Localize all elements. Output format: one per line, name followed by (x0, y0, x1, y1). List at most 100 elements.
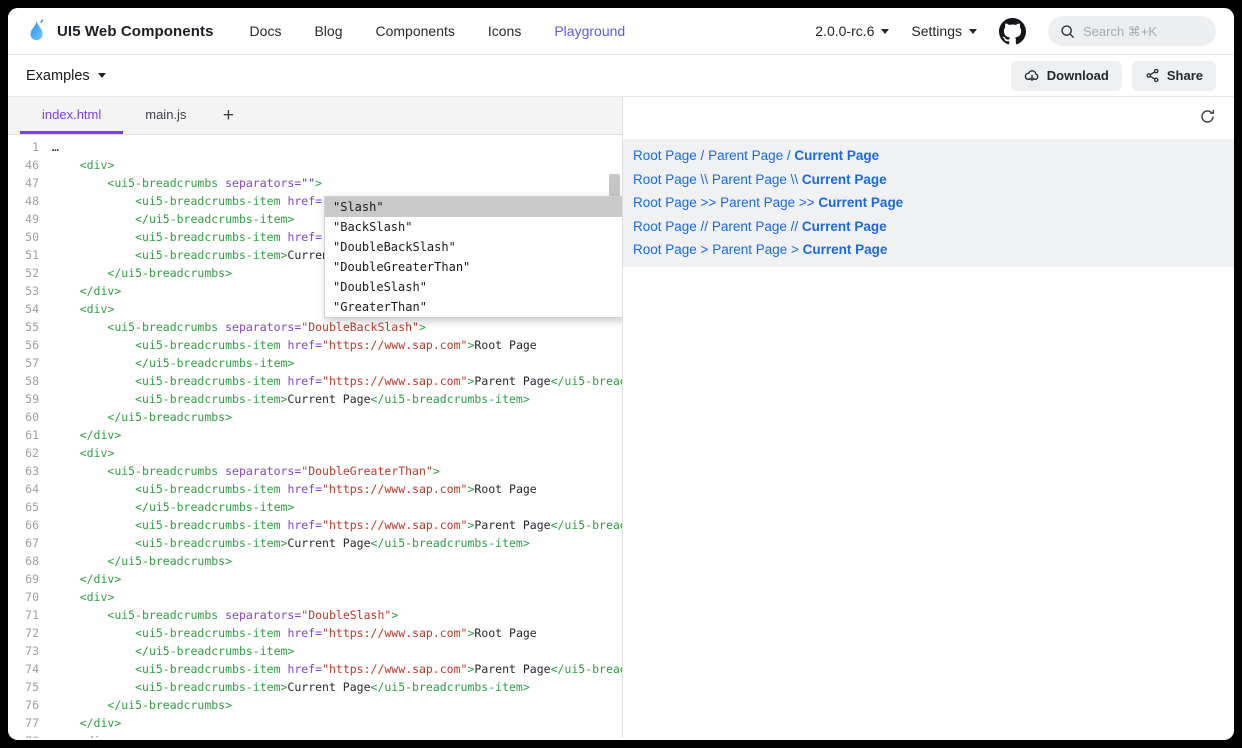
nav-link-components[interactable]: Components (375, 23, 454, 39)
line-content: <ui5-breadcrumbs separators="DoubleBackS… (52, 318, 426, 336)
breadcrumb-link[interactable]: Parent Page (712, 242, 787, 257)
line-number: 62 (8, 444, 52, 462)
breadcrumb-current: Current Page (802, 219, 887, 234)
line-content: <ui5-breadcrumbs separators=""> (52, 174, 322, 192)
share-button[interactable]: Share (1132, 61, 1216, 91)
breadcrumb-separator: >> (697, 195, 720, 210)
breadcrumb-separator: // (787, 219, 802, 234)
settings-dropdown[interactable]: Settings (911, 23, 977, 39)
line-content: <ui5-breadcrumbs separators="DoubleGreat… (52, 462, 440, 480)
line-number: 48 (8, 192, 52, 210)
line-number: 46 (8, 156, 52, 174)
breadcrumb-link[interactable]: Parent Page (712, 219, 787, 234)
search-input[interactable] (1083, 24, 1193, 39)
breadcrumb-separator: \\ (787, 172, 802, 187)
brand[interactable]: UI5 Web Components (26, 18, 214, 44)
search-box[interactable] (1048, 16, 1216, 46)
download-label: Download (1047, 68, 1109, 83)
chevron-down-icon (881, 29, 889, 34)
tab-main.js[interactable]: main.js (123, 97, 208, 134)
code-line: 56 <ui5-breadcrumbs-item href="https://w… (8, 336, 622, 354)
autocomplete-option[interactable]: "GreaterThan" (325, 297, 622, 317)
add-tab-button[interactable]: + (208, 97, 248, 134)
breadcrumb: Root Page // Parent Page // Current Page (623, 215, 1234, 239)
breadcrumb: Root Page > Parent Page > Current Page (623, 238, 1234, 262)
breadcrumb-link[interactable]: Root Page (633, 219, 697, 234)
line-content: … (52, 138, 59, 156)
nav-link-blog[interactable]: Blog (314, 23, 342, 39)
breadcrumb-link[interactable]: Root Page (633, 195, 697, 210)
breadcrumb-link[interactable]: Parent Page (708, 148, 783, 163)
refresh-icon (1199, 108, 1216, 125)
line-content: <div> (52, 444, 114, 462)
line-content: <ui5-breadcrumbs separators="DoubleSlash… (52, 606, 398, 624)
autocomplete-option[interactable]: "DoubleGreaterThan" (325, 257, 622, 277)
search-icon (1060, 24, 1075, 39)
line-number: 64 (8, 480, 52, 498)
line-number: 76 (8, 696, 52, 714)
preview-topbar (623, 97, 1234, 139)
chevron-down-icon (969, 29, 977, 34)
line-number: 58 (8, 372, 52, 390)
line-content: </div> (52, 714, 121, 732)
line-number: 71 (8, 606, 52, 624)
autocomplete-option[interactable]: "DoubleBackSlash" (325, 237, 622, 257)
version-dropdown[interactable]: 2.0.0-rc.6 (815, 23, 889, 39)
line-number: 72 (8, 624, 52, 642)
editor-tabbar: + index.htmlmain.js (8, 97, 622, 135)
breadcrumb: Root Page / Parent Page / Current Page (623, 144, 1234, 168)
line-content: </ui5-breadcrumbs> (52, 408, 232, 426)
code-line: 55 <ui5-breadcrumbs separators="DoubleBa… (8, 318, 622, 336)
line-number: 61 (8, 426, 52, 444)
breadcrumb-link[interactable]: Root Page (633, 242, 697, 257)
breadcrumbs-preview: Root Page / Parent Page / Current PageRo… (623, 139, 1234, 267)
line-number: 55 (8, 318, 52, 336)
code-editor-pane: + index.htmlmain.js 1…46 <div>47 <ui5-br… (8, 97, 623, 738)
code-line: 77 </div> (8, 714, 622, 732)
code-line: 69 </div> (8, 570, 622, 588)
breadcrumb-current: Current Page (803, 242, 888, 257)
preview-pane: Root Page / Parent Page / Current PageRo… (623, 97, 1234, 738)
download-icon (1024, 68, 1040, 84)
nav-link-docs[interactable]: Docs (250, 23, 282, 39)
line-number: 57 (8, 354, 52, 372)
breadcrumb-separator: / (783, 148, 794, 163)
refresh-button[interactable] (1197, 106, 1218, 130)
autocomplete-option[interactable]: "Slash" (325, 197, 622, 217)
autocomplete-option[interactable]: "DoubleSlash" (325, 277, 622, 297)
code-line: 68 </ui5-breadcrumbs> (8, 552, 622, 570)
breadcrumb-link[interactable]: Parent Page (720, 195, 795, 210)
line-number: 53 (8, 282, 52, 300)
nav-link-playground[interactable]: Playground (554, 23, 625, 39)
github-icon[interactable] (999, 18, 1026, 45)
nav-link-icons[interactable]: Icons (488, 23, 521, 39)
breadcrumb-separator: \\ (697, 172, 712, 187)
examples-dropdown[interactable]: Examples (26, 68, 106, 84)
line-number: 50 (8, 228, 52, 246)
code-line: 65 </ui5-breadcrumbs-item> (8, 498, 622, 516)
breadcrumb: Root Page \\ Parent Page \\ Current Page (623, 168, 1234, 192)
tab-index.html[interactable]: index.html (20, 97, 123, 134)
breadcrumb-link[interactable]: Parent Page (712, 172, 787, 187)
line-number: 1 (8, 138, 52, 156)
line-content: </ui5-breadcrumbs-item> (52, 210, 294, 228)
breadcrumb-separator: >> (795, 195, 818, 210)
autocomplete-option[interactable]: "BackSlash" (325, 217, 622, 237)
breadcrumb-link[interactable]: Root Page (633, 172, 697, 187)
brand-title: UI5 Web Components (57, 23, 214, 40)
line-content: </div> (52, 570, 121, 588)
line-content: <div> (52, 732, 114, 738)
code-line: 74 <ui5-breadcrumbs-item href="https://w… (8, 660, 622, 678)
line-content: </ui5-breadcrumbs> (52, 264, 232, 282)
line-number: 67 (8, 534, 52, 552)
code-line: 60 </ui5-breadcrumbs> (8, 408, 622, 426)
breadcrumb-current: Current Page (802, 172, 887, 187)
line-number: 69 (8, 570, 52, 588)
code-line: 62 <div> (8, 444, 622, 462)
code-line: 59 <ui5-breadcrumbs-item>Current Page</u… (8, 390, 622, 408)
breadcrumb-link[interactable]: Root Page (633, 148, 697, 163)
line-number: 74 (8, 660, 52, 678)
code-line: 72 <ui5-breadcrumbs-item href="https://w… (8, 624, 622, 642)
line-number: 59 (8, 390, 52, 408)
download-button[interactable]: Download (1011, 61, 1122, 91)
